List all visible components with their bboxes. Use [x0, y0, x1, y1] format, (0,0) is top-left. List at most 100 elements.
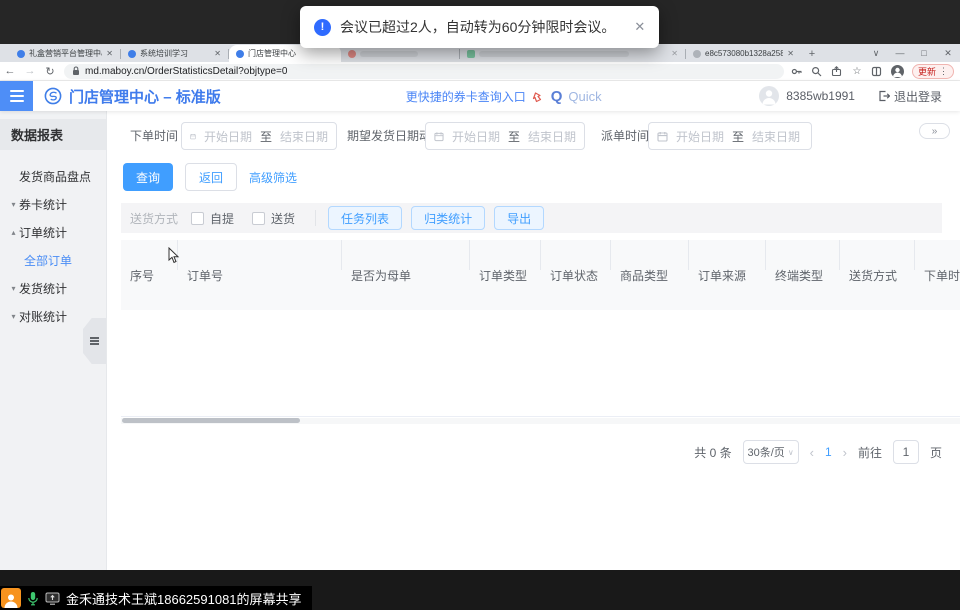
- total-count-label: 共 0 条: [694, 444, 731, 461]
- query-button[interactable]: 查询: [123, 163, 173, 191]
- browser-tab-training[interactable]: 系统培训学习 ✕: [121, 45, 228, 62]
- advanced-filter-link[interactable]: 高级筛选: [249, 169, 297, 186]
- logout-icon: [878, 90, 890, 102]
- sidebar-item-delivery-stats[interactable]: ▾ 发货统计: [0, 274, 106, 302]
- tab-title: 系统培训学习: [140, 48, 188, 59]
- url-text: md.maboy.cn/OrderStatisticsDetail?objtyp…: [85, 66, 287, 77]
- table-header: 序号 订单号 是否为母单 订单类型 订单状态 商品类型 订单来源 终端类型 送货…: [121, 240, 960, 310]
- share-icon[interactable]: [831, 65, 843, 77]
- quick-label[interactable]: Quick: [568, 89, 601, 104]
- close-window-icon[interactable]: ✕: [936, 48, 960, 59]
- checkbox-icon[interactable]: [191, 212, 204, 225]
- tab-favicon: [467, 50, 475, 58]
- dispatch-time-range-input[interactable]: 开始日期 至 结束日期: [648, 122, 812, 150]
- expected-delivery-range-input[interactable]: 开始日期 至 结束日期: [425, 122, 585, 150]
- app-header: 门店管理中心 – 标准版 更快捷的券卡查询入口 Q Quick 8385wb19…: [0, 81, 960, 111]
- page-size-select[interactable]: 30条/页 ∨: [743, 440, 799, 464]
- profile-avatar-icon[interactable]: [891, 65, 904, 78]
- self-pickup-label: 自提: [210, 210, 234, 227]
- page-unit-label: 页: [930, 444, 942, 461]
- filter-label-dispatch-time: 派单时间: [601, 122, 649, 150]
- tab-title: 礼盒营销平台管理中心: [29, 48, 102, 59]
- col-order-time: 下单时间: [915, 240, 960, 310]
- sidebar-collapse-handle[interactable]: [83, 318, 106, 364]
- sidebar-section-data-reports[interactable]: 数据报表: [0, 119, 106, 150]
- user-area: 8385wb1991 退出登录: [759, 86, 960, 106]
- key-icon[interactable]: [791, 65, 803, 77]
- tab-search-icon[interactable]: ∨: [864, 48, 888, 59]
- tab-title: e8c573080b1328a258fd2e6: [705, 49, 783, 58]
- toast-close-icon[interactable]: ✕: [634, 19, 645, 35]
- table-toolbar: 送货方式 自提 送货 任务列表 归类统计 导出: [121, 203, 942, 233]
- end-date-placeholder: 结束日期: [528, 128, 576, 145]
- browser-tab-giftbox[interactable]: 礼盒营销平台管理中心 ✕: [10, 45, 120, 62]
- bottom-dark-bar: 金禾通技术王斌18662591081的屏幕共享: [0, 570, 960, 610]
- tab-close-icon[interactable]: ✕: [671, 49, 678, 58]
- pagination: 共 0 条 30条/页 ∨ ‹ 1 › 前往 页: [694, 439, 942, 465]
- task-list-button[interactable]: 任务列表: [328, 206, 402, 230]
- url-bar[interactable]: md.maboy.cn/OrderStatisticsDetail?objtyp…: [64, 64, 784, 79]
- current-page-number[interactable]: 1: [825, 445, 832, 459]
- screen-share-bar: 金禾通技术王斌18662591081的屏幕共享: [0, 586, 312, 610]
- back-icon[interactable]: ←: [0, 65, 20, 77]
- coupon-query-link[interactable]: 更快捷的券卡查询入口: [406, 88, 526, 105]
- tab-close-icon[interactable]: ✕: [214, 49, 221, 58]
- browser-menu-icon[interactable]: ⋮: [939, 66, 948, 77]
- username-label: 8385wb1991: [786, 89, 855, 103]
- window-controls: ∨ — □ ✕: [864, 44, 960, 62]
- calendar-icon: [434, 131, 444, 142]
- export-button[interactable]: 导出: [494, 206, 544, 230]
- expand-filters-button[interactable]: »: [919, 123, 950, 139]
- chevron-down-icon: ▾: [9, 312, 18, 321]
- col-order-type: 订单类型: [470, 240, 541, 310]
- next-page-icon[interactable]: ›: [843, 445, 847, 460]
- col-delivery-method: 送货方式: [840, 240, 915, 310]
- end-date-placeholder: 结束日期: [752, 128, 800, 145]
- order-time-range-input[interactable]: 开始日期 至 结束日期: [181, 122, 337, 150]
- tab-group-icon[interactable]: [871, 65, 883, 77]
- zoom-icon[interactable]: [811, 65, 823, 77]
- sidebar-item-order-stats[interactable]: ▴ 订单统计: [0, 218, 106, 246]
- browser-tab-hash[interactable]: e8c573080b1328a258fd2e6 ✕: [686, 45, 801, 62]
- reload-icon[interactable]: ↻: [40, 65, 60, 78]
- page-title: 门店管理中心 – 标准版: [69, 86, 221, 107]
- back-button[interactable]: 返回: [185, 163, 237, 191]
- presenter-icon: [1, 588, 21, 608]
- forward-icon[interactable]: →: [20, 65, 40, 77]
- start-date-placeholder: 开始日期: [204, 128, 252, 145]
- delivery-label: 送货: [271, 210, 295, 227]
- sidebar-item-shipment-inventory[interactable]: 发货商品盘点: [0, 162, 106, 190]
- sidebar: 数据报表 发货商品盘点 ▾ 券卡统计 ▴ 订单统计 全部订单 ▾ 发货统计 ▾ …: [0, 111, 107, 570]
- start-date-placeholder: 开始日期: [452, 128, 500, 145]
- horizontal-scrollbar-thumb[interactable]: [122, 418, 300, 423]
- tab-favicon: [17, 50, 25, 58]
- delivery-checkbox-wrap[interactable]: 送货: [252, 210, 295, 227]
- prev-page-icon[interactable]: ‹: [810, 445, 814, 460]
- horizontal-scrollbar-track[interactable]: [121, 418, 960, 424]
- goto-page-input[interactable]: [893, 440, 919, 464]
- calendar-icon: [657, 131, 668, 142]
- checkbox-icon[interactable]: [252, 212, 265, 225]
- sidebar-toggle-button[interactable]: [0, 81, 33, 111]
- chrome-update-button[interactable]: 更新 ⋮: [912, 64, 954, 79]
- new-tab-button[interactable]: +: [801, 45, 823, 62]
- tab-close-icon[interactable]: ✕: [106, 49, 113, 58]
- address-bar-actions: ☆ 更新 ⋮: [791, 64, 960, 79]
- microphone-icon: [27, 591, 39, 606]
- start-date-placeholder: 开始日期: [676, 128, 724, 145]
- minimize-icon[interactable]: —: [888, 48, 912, 58]
- bookmark-star-icon[interactable]: ☆: [851, 65, 863, 77]
- quick-search-icon[interactable]: Q: [551, 88, 563, 105]
- edition-label: 标准版: [176, 89, 221, 106]
- maximize-icon[interactable]: □: [912, 48, 936, 58]
- self-pickup-checkbox-wrap[interactable]: 自提: [191, 210, 234, 227]
- table-body-empty: [121, 310, 960, 417]
- sidebar-item-coupon-stats[interactable]: ▾ 券卡统计: [0, 190, 106, 218]
- tab-favicon: [128, 50, 136, 58]
- logout-button[interactable]: 退出登录: [878, 88, 942, 105]
- chevron-up-icon: ▴: [9, 228, 18, 237]
- tab-favicon: [236, 50, 244, 58]
- classified-stats-button[interactable]: 归类统计: [411, 206, 485, 230]
- sidebar-item-all-orders-active[interactable]: 全部订单: [0, 246, 106, 274]
- tab-close-icon[interactable]: ✕: [787, 49, 794, 58]
